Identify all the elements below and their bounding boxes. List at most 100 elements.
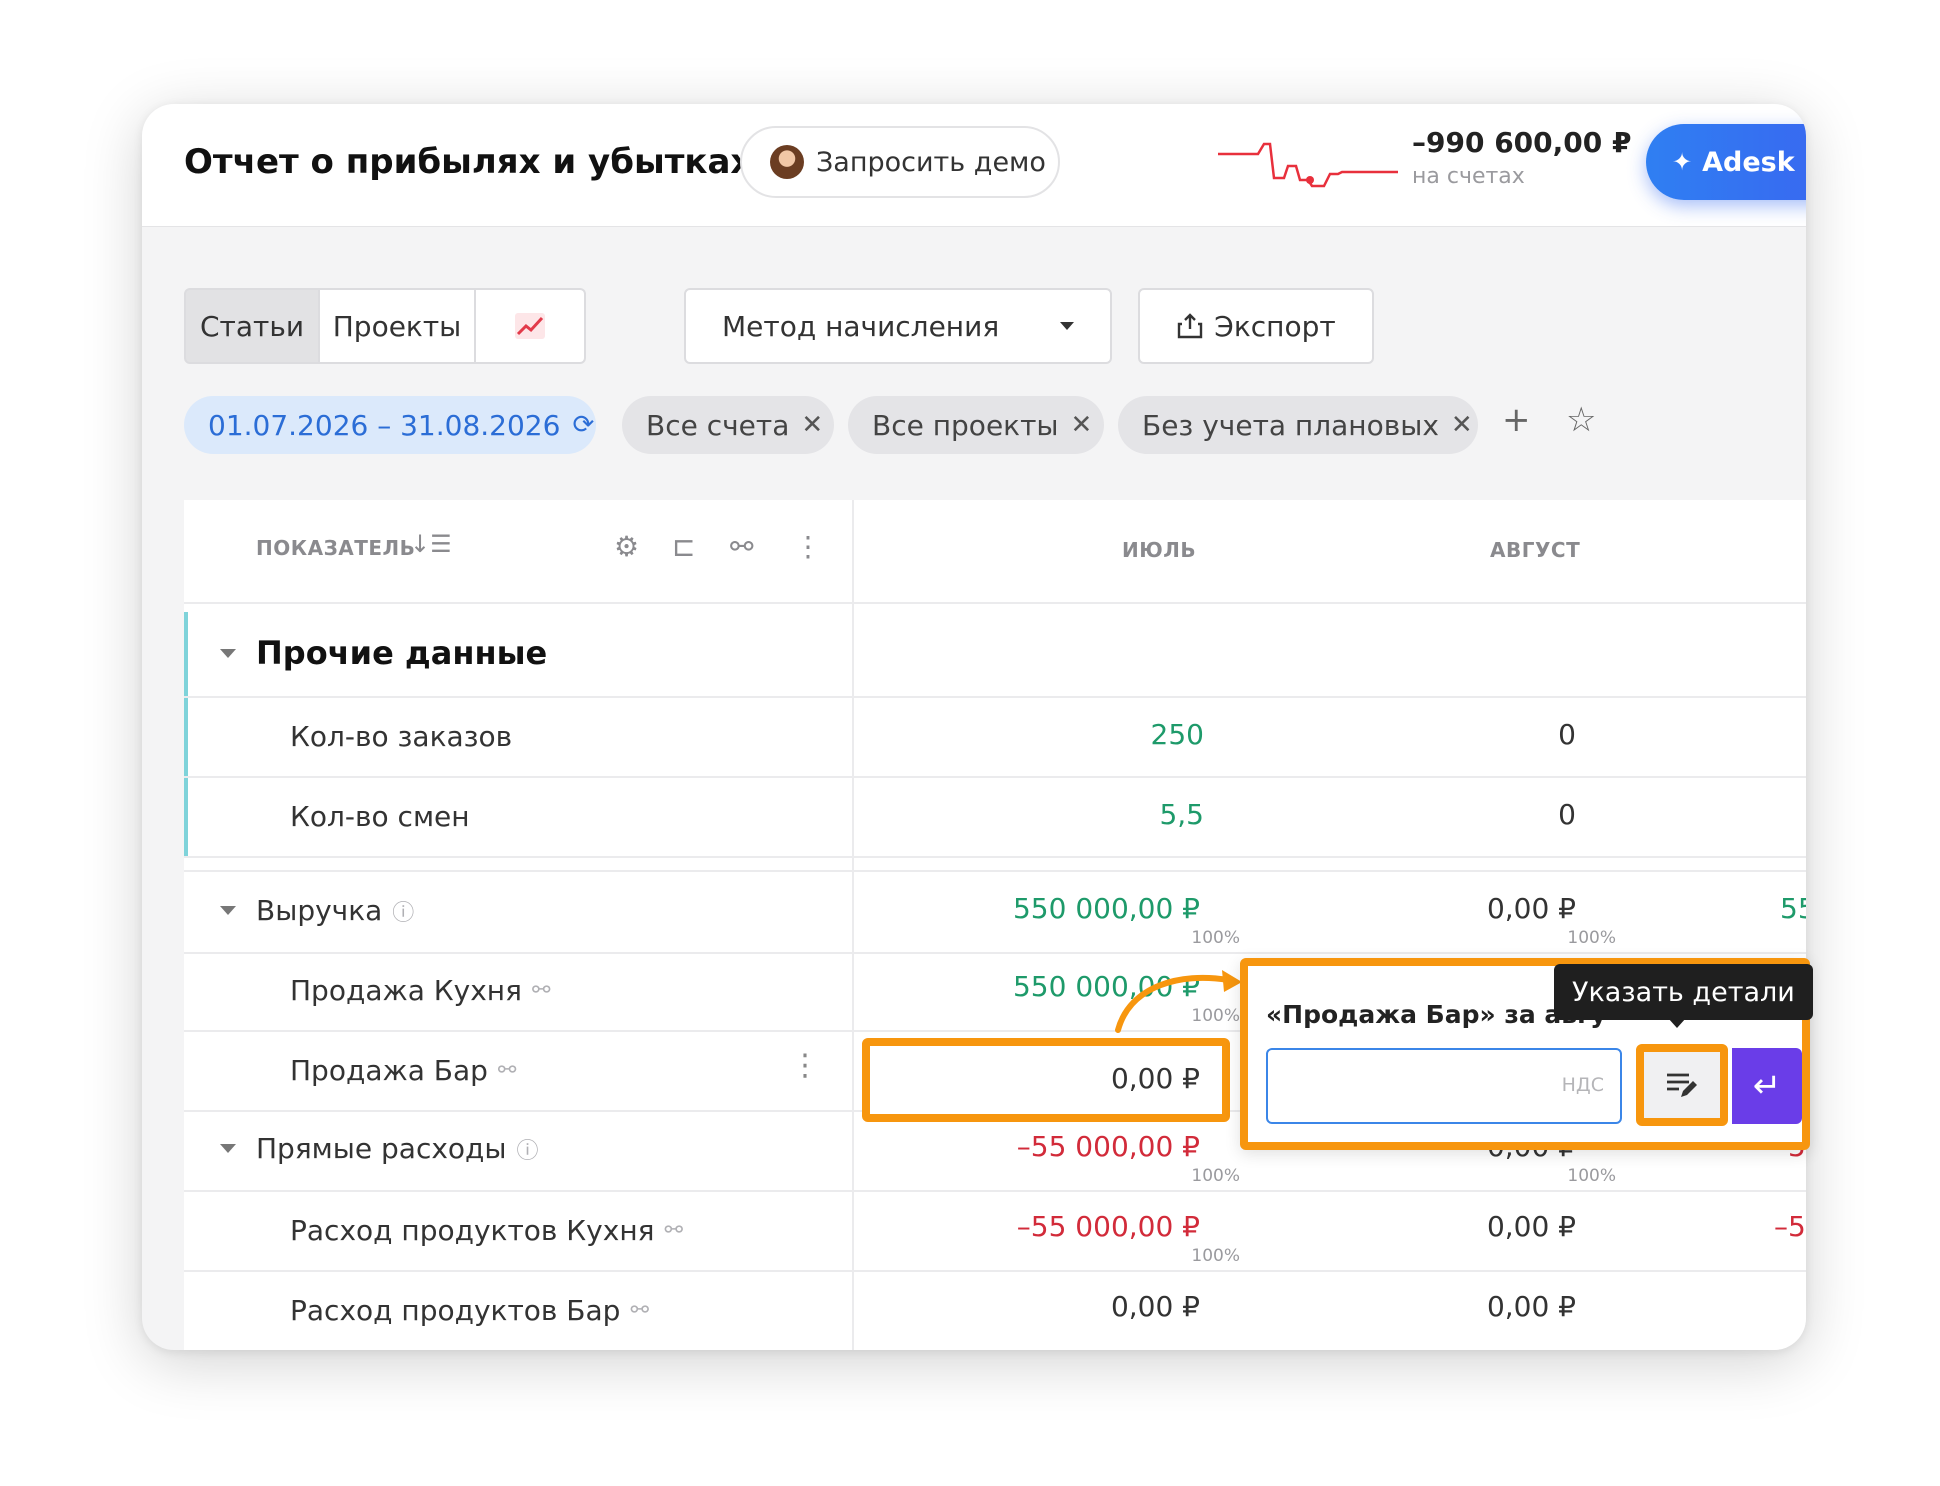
projects-chip[interactable]: Все проекты ✕	[848, 396, 1104, 454]
export-button[interactable]: Экспорт	[1138, 288, 1374, 364]
unlink-icon: ⚯	[497, 1058, 517, 1083]
cell-august[interactable]: 0,00 ₽	[1487, 1210, 1576, 1243]
cell-july[interactable]: 5,5	[1159, 798, 1204, 831]
cell-july-percent: 100%	[1191, 928, 1240, 948]
unlink-icon[interactable]: ⚯	[730, 530, 753, 563]
row-label: Кол-во смен	[290, 800, 470, 833]
app-window: Отчет о прибылях и убытках Запросить дем…	[142, 104, 1806, 1350]
top-bar: Отчет о прибылях и убытках Запросить дем…	[142, 104, 1806, 227]
group-row[interactable]: Прочие данные	[184, 612, 1806, 698]
adesk-button[interactable]: ✦ Adesk	[1646, 124, 1806, 200]
amount-input[interactable]: НДС	[1266, 1048, 1622, 1124]
balance-label: на счетах	[1412, 164, 1525, 189]
cell-july[interactable]: –55 000,00 ₽	[1017, 1210, 1200, 1243]
request-demo-label: Запросить демо	[816, 146, 1046, 178]
collapse-icon[interactable]	[220, 906, 236, 915]
close-icon[interactable]: ✕	[1071, 410, 1093, 440]
cell-july[interactable]: –55 000,00 ₽	[1017, 1130, 1200, 1163]
cell-august[interactable]: 0,00 ₽	[1487, 892, 1576, 925]
add-filter-icon[interactable]: +	[1502, 400, 1531, 440]
cell-july-percent: 100%	[1191, 1246, 1240, 1266]
accounts-chip-label: Все счета	[646, 408, 790, 442]
close-icon[interactable]: ✕	[801, 410, 823, 440]
balance-amount: –990 600,00 ₽	[1412, 126, 1632, 159]
table-row[interactable]: Выручка ⓘ 550 000,00 ₽ 100% 0,00 ₽ 100% …	[184, 870, 1806, 954]
row-menu-icon[interactable]: ⋮	[790, 1048, 820, 1083]
row-label: Продажа Кухня	[290, 974, 522, 1007]
cell-august[interactable]: 0	[1558, 798, 1576, 831]
highlighted-cell[interactable]: 0,00 ₽	[862, 1038, 1230, 1122]
close-icon[interactable]: ✕	[1451, 410, 1473, 440]
gear-icon[interactable]: ⚙	[614, 530, 639, 563]
month-august: АВГУСТ	[1490, 538, 1581, 562]
tab-projects[interactable]: Проекты	[320, 288, 476, 364]
submit-button[interactable]: ↵	[1732, 1048, 1802, 1124]
collapse-icon[interactable]	[220, 1144, 236, 1153]
callout-arrow	[1115, 970, 1242, 1033]
cell-july-percent: 100%	[1191, 1166, 1240, 1186]
group-title: Прочие данные	[256, 634, 548, 672]
edit-notes-icon	[1667, 1073, 1697, 1097]
highlighted-cell-value: 0,00 ₽	[1110, 1062, 1200, 1095]
table-row[interactable]: Расход продуктов Кухня ⚯ –55 000,00 ₽ 10…	[184, 1190, 1806, 1272]
view-switcher: Статьи Проекты	[184, 288, 586, 364]
accrual-method-label: Метод начисления	[722, 309, 1000, 343]
table-row[interactable]: Кол-во смен 5,5 0	[184, 776, 1806, 858]
details-button[interactable]	[1636, 1044, 1728, 1126]
columns-icon[interactable]: ⊏	[672, 530, 695, 563]
projects-chip-label: Все проекты	[872, 408, 1059, 442]
cell-july[interactable]: 550 000,00 ₽	[1013, 892, 1200, 925]
enter-icon: ↵	[1752, 1066, 1782, 1106]
unlink-icon: ⚯	[664, 1218, 683, 1243]
planned-chip[interactable]: Без учета плановых ✕	[1118, 396, 1478, 454]
chart-icon	[515, 313, 545, 339]
unlink-icon: ⚯	[531, 978, 551, 1003]
accrual-method-dropdown[interactable]: Метод начисления	[684, 288, 1112, 364]
accounts-chip[interactable]: Все счета ✕	[622, 396, 834, 454]
row-label: Прямые расходы	[256, 1132, 507, 1165]
table-row[interactable]: Расход продуктов Бар ⚯ 0,00 ₽ 0,00 ₽	[184, 1270, 1806, 1350]
planned-chip-label: Без учета плановых	[1142, 408, 1439, 442]
table-header: ПОКАЗАТЕЛЬ ↓☰ ⚙ ⊏ ⚯ ⋮ ИЮЛЬ АВГУСТ	[184, 500, 1806, 604]
avatar	[770, 145, 804, 179]
details-tooltip: Указать детали	[1554, 964, 1813, 1020]
row-label: Кол-во заказов	[290, 720, 513, 753]
collapse-icon[interactable]	[220, 648, 236, 658]
star-icon[interactable]: ☆	[1566, 400, 1596, 440]
row-label: Выручка	[256, 894, 383, 927]
tab-articles[interactable]: Статьи	[184, 288, 320, 364]
cell-august-percent: 100%	[1567, 928, 1616, 948]
cell-august[interactable]: 0	[1558, 718, 1576, 751]
balance-sparkline	[1218, 142, 1398, 188]
row-label: Расход продуктов Бар	[290, 1294, 621, 1327]
adesk-label: Adesk	[1702, 146, 1795, 178]
export-label: Экспорт	[1214, 309, 1336, 343]
tooltip-pointer	[1668, 1018, 1686, 1028]
cell-next[interactable]: 550	[1780, 892, 1806, 925]
date-range-label: 01.07.2026 – 31.08.2026	[208, 408, 561, 442]
cell-july[interactable]: 250	[1151, 718, 1204, 751]
row-label: Расход продуктов Кухня	[290, 1214, 655, 1247]
chevron-down-icon	[1060, 322, 1074, 330]
vat-placeholder: НДС	[1561, 1074, 1604, 1096]
cell-august-percent: 100%	[1567, 1166, 1616, 1186]
cell-next[interactable]: –55	[1774, 1210, 1806, 1243]
refresh-icon[interactable]: ⟳	[572, 410, 594, 440]
more-icon[interactable]: ⋮	[794, 530, 822, 563]
cell-july[interactable]: 0,00 ₽	[1111, 1290, 1200, 1323]
date-range-chip[interactable]: 01.07.2026 – 31.08.2026 ⟳	[184, 396, 596, 454]
request-demo-button[interactable]: Запросить демо	[740, 126, 1060, 198]
info-icon[interactable]: ⓘ	[392, 895, 414, 927]
row-label: Продажа Бар	[290, 1054, 488, 1087]
info-icon[interactable]: ⓘ	[517, 1133, 539, 1165]
tab-chart[interactable]	[476, 288, 586, 364]
export-icon	[1178, 313, 1203, 339]
month-july: ИЮЛЬ	[1122, 538, 1197, 562]
unlink-icon: ⚯	[630, 1298, 649, 1323]
page-title: Отчет о прибылях и убытках	[184, 142, 753, 182]
sort-icon[interactable]: ↓☰	[410, 530, 452, 558]
report-table: ПОКАЗАТЕЛЬ ↓☰ ⚙ ⊏ ⚯ ⋮ ИЮЛЬ АВГУСТ Прочие…	[184, 500, 1806, 1350]
indicator-header: ПОКАЗАТЕЛЬ	[256, 536, 416, 560]
table-row[interactable]: Кол-во заказов 250 0	[184, 696, 1806, 778]
cell-august[interactable]: 0,00 ₽	[1487, 1290, 1576, 1323]
